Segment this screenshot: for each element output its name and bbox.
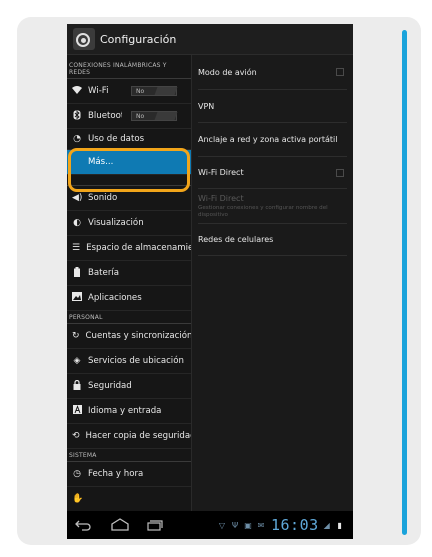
sidebar-item-display[interactable]: ◐ Visualización bbox=[67, 211, 191, 236]
settings-category-list: CONEXIONES INALÁMBRICAS Y REDES Wi-Fi No… bbox=[67, 55, 192, 511]
storage-icon: ☰ bbox=[72, 243, 81, 253]
home-icon[interactable] bbox=[111, 518, 129, 531]
sidebar-item-label: Uso de datos bbox=[88, 134, 145, 144]
data-usage-icon: ◔ bbox=[73, 134, 81, 144]
item-label: Wi-Fi Direct bbox=[198, 194, 244, 203]
sidebar-item-label: Servicios de ubicación bbox=[88, 356, 184, 366]
sidebar-item-backup[interactable]: ⟲ Hacer copia de seguridad bbox=[67, 424, 191, 449]
back-icon[interactable] bbox=[75, 519, 91, 531]
speaker-icon: ◀) bbox=[72, 193, 83, 203]
sidebar-item-language[interactable]: Idioma y entrada bbox=[67, 399, 191, 424]
gmail-icon: ✉ bbox=[257, 520, 265, 530]
sidebar-item-label: Sonido bbox=[88, 193, 118, 203]
accessibility-icon: ✋ bbox=[72, 494, 84, 504]
sync-icon: ↻ bbox=[72, 331, 80, 341]
sidebar-item-security[interactable]: Seguridad bbox=[67, 374, 191, 399]
tablet-screen: Configuración CONEXIONES INALÁMBRICAS Y … bbox=[67, 24, 353, 539]
image-notification-icon: ▣ bbox=[244, 520, 252, 530]
bluetooth-toggle[interactable]: No bbox=[131, 111, 178, 121]
page-title: Configuración bbox=[100, 32, 177, 46]
wifi-icon bbox=[72, 85, 82, 97]
toggle-state-label: No bbox=[136, 112, 145, 120]
toggle-knob bbox=[154, 87, 178, 95]
keyboard-icon bbox=[72, 405, 82, 417]
sidebar-item-label: Visualización bbox=[88, 218, 144, 228]
sidebar-item-storage[interactable]: ☰ Espacio de almacenamiento bbox=[67, 236, 191, 261]
sidebar-item-battery[interactable]: Batería bbox=[67, 261, 191, 286]
item-label: Wi-Fi Direct bbox=[198, 168, 244, 177]
sidebar-item-label: Cuentas y sincronización bbox=[85, 331, 191, 341]
section-header-personal: PERSONAL bbox=[67, 311, 191, 324]
sidebar-item-bluetooth[interactable]: Bluetooth No bbox=[67, 104, 191, 129]
sidebar-item-label: Hacer copia de seguridad bbox=[85, 431, 191, 441]
brightness-icon: ◐ bbox=[73, 218, 81, 228]
sidebar-item-label: Espacio de almacenamiento bbox=[86, 243, 191, 253]
item-label: Redes de celulares bbox=[198, 235, 274, 244]
section-header-system: SISTEMA bbox=[67, 449, 191, 462]
toggle-knob bbox=[154, 112, 178, 120]
sidebar-item-label: Idioma y entrada bbox=[88, 406, 162, 416]
sidebar-item-accessibility[interactable]: ✋ bbox=[67, 487, 191, 511]
sidebar-item-data-usage[interactable]: ◔ Uso de datos bbox=[67, 129, 191, 150]
location-icon: ◈ bbox=[73, 356, 81, 366]
battery-icon bbox=[72, 266, 82, 280]
sidebar-item-label: Seguridad bbox=[88, 381, 132, 391]
settings-app-icon[interactable] bbox=[73, 28, 95, 50]
sidebar-item-accounts[interactable]: ↻ Cuentas y sincronización bbox=[67, 324, 191, 349]
battery-status-icon: ▮ bbox=[337, 520, 342, 530]
sidebar-item-label: Fecha y hora bbox=[88, 469, 144, 479]
sidebar-item-label: Batería bbox=[88, 268, 120, 278]
item-label: Anclaje a red y zona activa portátil bbox=[198, 135, 338, 144]
mobile-networks-item[interactable]: Redes de celulares bbox=[198, 224, 347, 256]
lock-icon bbox=[72, 379, 82, 393]
vpn-item[interactable]: VPN bbox=[198, 90, 347, 123]
section-header-wireless: CONEXIONES INALÁMBRICAS Y REDES bbox=[67, 55, 191, 79]
tethering-item[interactable]: Anclaje a red y zona activa portátil bbox=[198, 123, 347, 157]
sidebar-item-label: Bluetooth bbox=[88, 111, 122, 121]
sidebar-item-wifi[interactable]: Wi-Fi No bbox=[67, 79, 191, 104]
sidebar-item-label: Wi-Fi bbox=[88, 86, 109, 96]
wifi-direct-settings-item: Wi-Fi Direct Gestionar conexiones y conf… bbox=[198, 189, 347, 224]
sidebar-item-label: Aplicaciones bbox=[88, 293, 142, 303]
item-subtitle: Gestionar conexiones y configurar nombre… bbox=[198, 205, 328, 218]
sidebar-item-location[interactable]: ◈ Servicios de ubicación bbox=[67, 349, 191, 374]
airplane-mode-item[interactable]: Modo de avión bbox=[198, 55, 347, 90]
item-label: VPN bbox=[198, 101, 215, 111]
sidebar-item-date-time[interactable]: ◷ Fecha y hora bbox=[67, 462, 191, 487]
action-bar: Configuración bbox=[67, 24, 353, 55]
wifi-toggle[interactable]: No bbox=[131, 86, 178, 96]
signal-icon: ◢ bbox=[323, 520, 330, 530]
airplane-mode-checkbox[interactable] bbox=[336, 68, 344, 76]
sidebar-item-apps[interactable]: Aplicaciones bbox=[67, 286, 191, 311]
toggle-state-label: No bbox=[136, 87, 145, 95]
wifi-direct-item[interactable]: Wi-Fi Direct bbox=[198, 157, 347, 189]
clock-icon: ◷ bbox=[73, 469, 81, 479]
apps-icon bbox=[72, 292, 82, 304]
frame-accent bbox=[402, 30, 407, 535]
settings-detail-panel: Modo de avión VPN Anclaje a red y zona a… bbox=[192, 55, 353, 511]
download-icon: ▽ bbox=[218, 520, 226, 530]
backup-icon: ⟲ bbox=[72, 431, 80, 441]
status-clock: 16:03 bbox=[271, 516, 319, 534]
system-bar: ▽ Ψ ▣ ✉ 16:03 ◢ ▮ bbox=[67, 511, 353, 539]
recent-apps-icon[interactable] bbox=[147, 520, 163, 531]
item-label: Modo de avión bbox=[198, 67, 257, 77]
usb-icon: Ψ bbox=[231, 520, 239, 530]
wifi-direct-checkbox[interactable] bbox=[336, 168, 344, 177]
highlight-callout bbox=[68, 148, 190, 192]
status-area[interactable]: ▽ Ψ ▣ ✉ 16:03 ◢ ▮ bbox=[217, 516, 348, 534]
bluetooth-icon bbox=[72, 110, 82, 123]
